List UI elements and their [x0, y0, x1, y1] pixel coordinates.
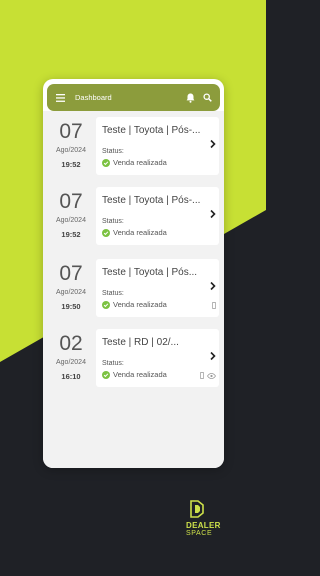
item-day: 07 — [59, 262, 83, 285]
item-time: 19:52 — [61, 230, 81, 239]
list-item[interactable]: 02 Ago/2024 16:10 Teste | RD | 02/... St… — [48, 329, 219, 392]
item-time: 19:52 — [61, 160, 81, 169]
app-bar: Dashboard — [47, 84, 220, 111]
status-text: Venda realizada — [113, 300, 167, 309]
check-circle-icon — [102, 228, 110, 237]
bell-icon[interactable] — [184, 92, 196, 104]
item-name: Teste | Toyota | Pós-... — [102, 125, 201, 136]
search-icon[interactable] — [201, 92, 213, 104]
item-day: 02 — [59, 332, 83, 355]
item-date: 02 Ago/2024 16:10 — [48, 329, 94, 392]
item-card[interactable]: Teste | Toyota | Pós-... Status: Venda r… — [96, 117, 219, 175]
status-label: Status: — [102, 148, 124, 155]
status-value: Venda realizada — [102, 228, 167, 237]
item-date: 07 Ago/2024 19:52 — [48, 187, 94, 250]
item-month: Ago/2024 — [56, 217, 86, 224]
menu-icon[interactable] — [54, 92, 66, 104]
sales-list: 07 Ago/2024 19:52 Teste | Toyota | Pós-.… — [43, 111, 224, 468]
status-text: Venda realizada — [113, 370, 167, 379]
item-time: 16:10 — [61, 372, 81, 381]
dealer-space-logo: DEALER SPACE — [186, 500, 236, 540]
list-item[interactable]: 07 Ago/2024 19:50 Teste | Toyota | Pós..… — [48, 259, 219, 322]
item-time: 19:50 — [61, 302, 81, 311]
brand-line1: DEALER — [186, 521, 221, 530]
item-month: Ago/2024 — [56, 359, 86, 366]
status-value: Venda realizada — [102, 370, 167, 379]
chevron-right-icon[interactable] — [209, 209, 217, 219]
phone-icon — [212, 302, 216, 309]
item-name: Teste | Toyota | Pós-... — [102, 195, 201, 206]
item-name: Teste | Toyota | Pós... — [102, 267, 198, 278]
item-card[interactable]: Teste | RD | 02/... Status: Venda realiz… — [96, 329, 219, 387]
item-name: Teste | RD | 02/... — [102, 337, 179, 348]
list-item[interactable]: 07 Ago/2024 19:52 Teste | Toyota | Pós-.… — [48, 187, 219, 250]
list-item[interactable]: 07 Ago/2024 19:52 Teste | Toyota | Pós-.… — [48, 117, 219, 180]
chevron-right-icon[interactable] — [209, 351, 217, 361]
eye-icon — [207, 373, 216, 379]
item-card[interactable]: Teste | Toyota | Pós... Status: Venda re… — [96, 259, 219, 317]
status-label: Status: — [102, 290, 124, 297]
status-text: Venda realizada — [113, 158, 167, 167]
page-title: Dashboard — [75, 93, 112, 102]
item-date: 07 Ago/2024 19:52 — [48, 117, 94, 180]
status-label: Status: — [102, 218, 124, 225]
item-month: Ago/2024 — [56, 147, 86, 154]
status-label: Status: — [102, 360, 124, 367]
item-day: 07 — [59, 190, 83, 213]
status-value: Venda realizada — [102, 158, 167, 167]
item-month: Ago/2024 — [56, 289, 86, 296]
dealer-space-logo-icon — [190, 500, 204, 518]
chevron-right-icon[interactable] — [209, 139, 217, 149]
check-circle-icon — [102, 158, 110, 167]
app-screen: Dashboard 07 Ago/2024 19:52 Teste | Toyo… — [43, 79, 224, 468]
item-day: 07 — [59, 120, 83, 143]
check-circle-icon — [102, 300, 110, 309]
phone-icon — [200, 372, 204, 379]
status-text: Venda realizada — [113, 228, 167, 237]
check-circle-icon — [102, 370, 110, 379]
brand-line2: SPACE — [186, 530, 213, 537]
status-value: Venda realizada — [102, 300, 167, 309]
item-card[interactable]: Teste | Toyota | Pós-... Status: Venda r… — [96, 187, 219, 245]
chevron-right-icon[interactable] — [209, 281, 217, 291]
item-date: 07 Ago/2024 19:50 — [48, 259, 94, 322]
